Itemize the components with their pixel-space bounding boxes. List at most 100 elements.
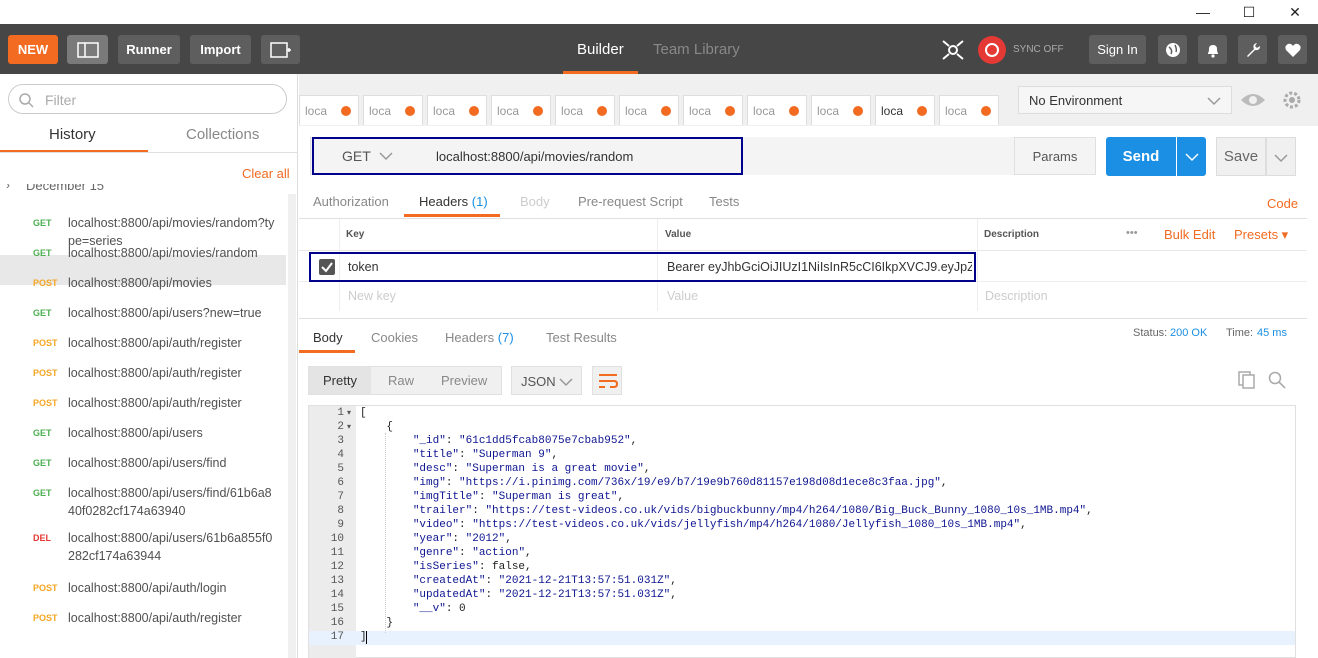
app-header: NEW Runner Import Builder Team Library S… (0, 24, 1318, 74)
request-tab[interactable]: loca (491, 95, 551, 125)
code-link[interactable]: Code (1267, 196, 1298, 211)
history-item[interactable]: POST localhost:8800/api/auth/login (0, 579, 286, 599)
tab-headers[interactable]: Headers (1) (419, 194, 488, 209)
new-value-input[interactable]: Value (667, 289, 698, 303)
line-number: 15 (330, 603, 344, 615)
tab-response-headers-label: Headers (445, 330, 495, 345)
format-select[interactable]: JSON (511, 366, 582, 395)
request-tab[interactable]: loca (427, 95, 487, 125)
history-item[interactable]: DEL localhost:8800/api/users/61b6a855f028… (0, 529, 286, 565)
request-tab-label: loca (689, 104, 712, 118)
minimize-button[interactable]: — (1180, 0, 1226, 24)
tab-tests[interactable]: Tests (709, 194, 739, 209)
request-tab[interactable]: loca (299, 95, 359, 125)
status-label: Status: (1133, 327, 1168, 339)
line-number: 6 (337, 477, 344, 489)
tab-team-library-label: Team Library (653, 40, 740, 58)
unsaved-dot-icon (917, 106, 927, 116)
tab-body[interactable]: Body (520, 194, 550, 209)
more-options-button[interactable]: ••• (1126, 227, 1138, 239)
tab-prerequest-script[interactable]: Pre-request Script (578, 194, 683, 209)
new-window-icon (269, 41, 291, 58)
history-url: localhost:8800/api/movies (68, 276, 212, 290)
preview-button[interactable]: Preview (441, 373, 487, 388)
runner-button[interactable]: Runner (118, 35, 180, 64)
wrap-lines-button[interactable] (592, 366, 622, 395)
col-key-header: Key (346, 229, 365, 240)
close-button[interactable]: ✕ (1272, 0, 1318, 24)
sidebar-toggle-button[interactable] (67, 35, 108, 64)
fold-arrow-icon[interactable]: ▾ (347, 422, 351, 431)
save-dropdown-button[interactable] (1266, 137, 1296, 176)
environment-select[interactable]: No Environment (1018, 86, 1232, 114)
history-item[interactable]: GET localhost:8800/api/users/find (0, 454, 286, 474)
filter-input[interactable]: Filter (8, 84, 287, 114)
request-tab[interactable]: loca (875, 95, 935, 125)
bulk-edit-link[interactable]: Bulk Edit (1164, 227, 1215, 242)
send-dropdown-button[interactable] (1177, 137, 1206, 176)
heart-button[interactable] (1278, 35, 1307, 64)
new-button[interactable]: NEW (8, 35, 58, 64)
history-url: localhost:8800/api/auth/register (68, 366, 242, 380)
request-tab[interactable]: loca (683, 95, 743, 125)
gear-icon[interactable] (1282, 90, 1302, 110)
line-number: 5 (337, 463, 344, 475)
raw-button[interactable]: Raw (388, 373, 414, 388)
unsaved-dot-icon (597, 106, 607, 116)
request-tab[interactable]: loca (363, 95, 423, 125)
tab-collections[interactable]: Collections (186, 126, 259, 143)
history-item[interactable]: GET localhost:8800/api/movies/random (0, 244, 286, 264)
request-tab[interactable]: loca (619, 95, 679, 125)
sync-status-icon[interactable] (978, 36, 1006, 64)
history-method-badge: POST (33, 338, 58, 348)
history-method-badge: POST (33, 398, 58, 408)
new-window-button[interactable] (261, 35, 300, 64)
eye-icon[interactable] (1240, 90, 1266, 110)
params-button[interactable]: Params (1014, 137, 1096, 175)
history-item[interactable]: GET localhost:8800/api/users (0, 424, 286, 444)
send-button[interactable]: Send (1106, 137, 1176, 176)
history-item[interactable]: POST localhost:8800/api/movies (0, 274, 286, 294)
history-method-badge: POST (33, 278, 58, 288)
history-item[interactable]: GET localhost:8800/api/users/find/61b6a84… (0, 484, 286, 520)
new-key-input[interactable]: New key (348, 289, 396, 303)
tab-response-body[interactable]: Body (313, 330, 343, 345)
history-item[interactable]: POST localhost:8800/api/auth/register (0, 609, 286, 629)
request-tab[interactable]: loca (939, 95, 999, 125)
request-tab[interactable]: loca (747, 95, 807, 125)
import-button[interactable]: Import (190, 35, 251, 64)
tab-response-headers[interactable]: Headers (7) (445, 330, 514, 345)
globe-button[interactable] (1158, 35, 1187, 64)
fold-arrow-icon[interactable]: ▾ (347, 408, 351, 417)
tab-test-results[interactable]: Test Results (546, 330, 617, 345)
sign-in-button[interactable]: Sign In (1089, 35, 1146, 64)
pretty-button[interactable]: Pretty (309, 367, 371, 394)
tab-builder[interactable]: Builder (577, 24, 624, 74)
code-line: "_id": "61c1dd5fcab8075e7cbab952", (412, 435, 638, 447)
request-tab[interactable]: loca (555, 95, 615, 125)
history-item[interactable]: POST localhost:8800/api/auth/register (0, 394, 286, 414)
copy-icon[interactable] (1238, 371, 1256, 389)
clear-all-link[interactable]: Clear all (242, 166, 290, 181)
presets-dropdown[interactable]: Presets ▾ (1234, 227, 1288, 243)
settings-button[interactable] (1238, 35, 1267, 64)
new-description-input[interactable]: Description (985, 289, 1048, 303)
history-item[interactable]: GET localhost:8800/api/users?new=true (0, 304, 286, 324)
interceptor-button[interactable] (938, 37, 968, 63)
tab-authorization[interactable]: Authorization (313, 194, 389, 209)
maximize-button[interactable]: ☐ (1226, 0, 1272, 24)
request-tab[interactable]: loca (811, 95, 871, 125)
request-tab-label: loca (817, 104, 840, 118)
notifications-button[interactable] (1198, 35, 1227, 64)
history-item[interactable]: POST localhost:8800/api/auth/register (0, 334, 286, 354)
tab-team-library[interactable]: Team Library (653, 24, 740, 74)
tab-history[interactable]: History (49, 126, 96, 143)
sidebar-icon (76, 41, 99, 58)
save-button[interactable]: Save (1216, 137, 1266, 176)
search-icon[interactable] (1268, 371, 1286, 389)
sidebar-scrollbar[interactable] (288, 194, 296, 658)
tab-cookies[interactable]: Cookies (371, 330, 418, 345)
history-item[interactable]: POST localhost:8800/api/auth/register (0, 364, 286, 384)
request-tab-label: loca (753, 104, 776, 118)
line-number: 7 (337, 491, 344, 503)
